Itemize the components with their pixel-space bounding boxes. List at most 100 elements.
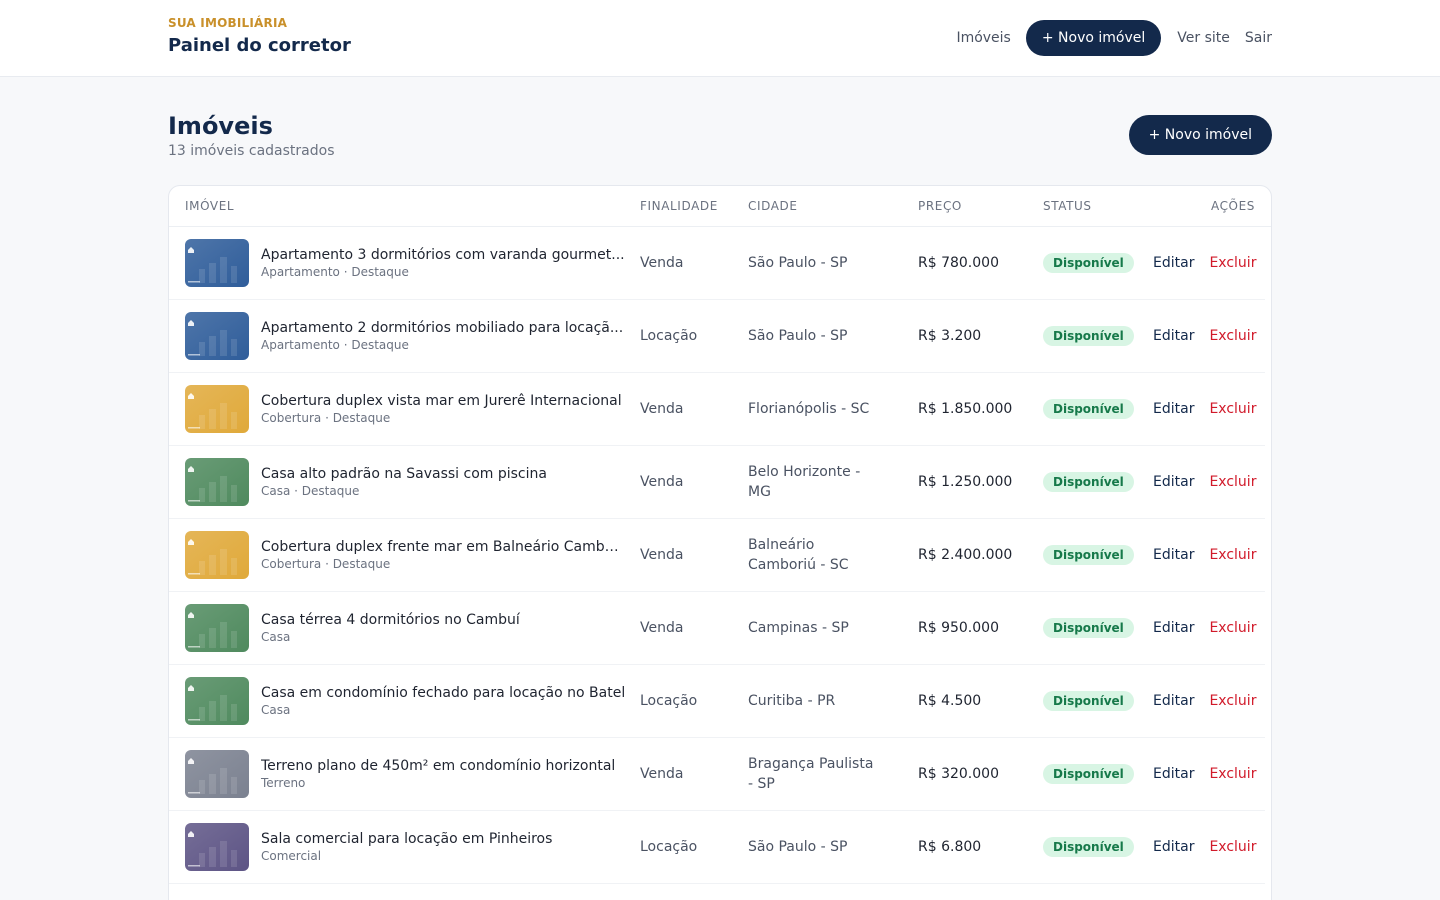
header-imovel: IMÓVEL bbox=[185, 199, 235, 213]
status-badge: Disponível bbox=[1043, 545, 1134, 565]
property-cell: Cobertura duplex frente mar em Balneário… bbox=[169, 531, 626, 579]
property-title: Casa em condomínio fechado para locação … bbox=[261, 685, 626, 701]
status-badge: Disponível bbox=[1043, 326, 1134, 346]
brand-name: SUA IMOBILIÁRIA bbox=[168, 16, 288, 30]
table-row: Cobertura duplex vista mar em Jurerê Int… bbox=[169, 373, 1265, 446]
property-info: Casa alto padrão na Savassi com piscina C… bbox=[261, 465, 624, 499]
property-thumbnail bbox=[185, 312, 249, 360]
property-title: Apartamento 2 dormitórios mobiliado para… bbox=[261, 320, 624, 336]
actions-cell: Editar Excluir bbox=[1137, 328, 1266, 344]
property-count: 13 imóveis cadastrados bbox=[168, 143, 335, 159]
property-meta: Casa · Destaque bbox=[261, 484, 360, 498]
delete-button[interactable]: Excluir bbox=[1209, 547, 1256, 563]
status-badge: Disponível bbox=[1043, 472, 1134, 492]
property-thumbnail bbox=[185, 239, 249, 287]
table-row: Cobertura duplex frente mar em Balneário… bbox=[169, 519, 1265, 592]
table-row: Casa em condomínio fechado para locação … bbox=[169, 665, 1265, 738]
table-row: Terreno plano de 450m² em condomínio hor… bbox=[169, 738, 1265, 811]
property-meta: Cobertura · Destaque bbox=[261, 411, 391, 425]
finalidade-cell: Venda bbox=[640, 766, 684, 782]
cidade-cell: Balneário Camboriú - SC bbox=[748, 537, 849, 573]
preco-cell: R$ 6.800 bbox=[918, 839, 982, 855]
preco-cell: R$ 780.000 bbox=[918, 255, 999, 271]
status-badge: Disponível bbox=[1043, 618, 1134, 638]
edit-button[interactable]: Editar bbox=[1153, 328, 1194, 344]
top-bar: SUA IMOBILIÁRIA Painel do corretor Imóve… bbox=[0, 0, 1440, 77]
status-badge: Disponível bbox=[1043, 399, 1134, 419]
actions-cell: Editar Excluir bbox=[1137, 839, 1266, 855]
property-info: Cobertura duplex vista mar em Jurerê Int… bbox=[261, 392, 624, 426]
edit-button[interactable]: Editar bbox=[1153, 547, 1194, 563]
property-cell: Apartamento 2 dormitórios mobiliado para… bbox=[169, 312, 624, 360]
delete-button[interactable]: Excluir bbox=[1209, 474, 1256, 490]
preco-cell: R$ 1.250.000 bbox=[918, 474, 1013, 490]
delete-button[interactable]: Excluir bbox=[1209, 766, 1256, 782]
property-meta: Apartamento · Destaque bbox=[261, 265, 409, 279]
main-content: Imóveis 13 imóveis cadastrados + Novo im… bbox=[168, 77, 1272, 900]
finalidade-cell: Locação bbox=[640, 839, 698, 855]
table-header: IMÓVEL FINALIDADE CIDADE PREÇO STATUS AÇ… bbox=[169, 186, 1271, 227]
property-title: Apartamento 3 dormitórios com varanda go… bbox=[261, 247, 625, 263]
status-badge: Disponível bbox=[1043, 691, 1134, 711]
table-row: Casa alto padrão na Savassi com piscina C… bbox=[169, 446, 1265, 519]
edit-button[interactable]: Editar bbox=[1153, 839, 1194, 855]
status-cell: Disponível bbox=[1027, 618, 1137, 638]
status-badge: Disponível bbox=[1043, 253, 1134, 273]
nav-view-site-link[interactable]: Ver site bbox=[1177, 30, 1230, 46]
property-info: Apartamento 2 dormitórios mobiliado para… bbox=[261, 319, 624, 353]
edit-button[interactable]: Editar bbox=[1153, 401, 1194, 417]
property-title: Cobertura duplex vista mar em Jurerê Int… bbox=[261, 393, 622, 409]
header-status: STATUS bbox=[1043, 199, 1092, 213]
cidade-cell: Curitiba - PR bbox=[748, 693, 836, 709]
table-body: Apartamento 3 dormitórios com varanda go… bbox=[169, 227, 1271, 884]
header-preco: PREÇO bbox=[918, 199, 962, 213]
cidade-cell: Belo Horizonte - MG bbox=[748, 464, 861, 500]
property-title: Sala comercial para locação em Pinheiros bbox=[261, 831, 553, 847]
preco-cell: R$ 4.500 bbox=[918, 693, 982, 709]
property-title: Casa térrea 4 dormitórios no Cambuí bbox=[261, 612, 520, 628]
status-cell: Disponível bbox=[1027, 326, 1137, 346]
property-thumbnail bbox=[185, 385, 249, 433]
status-cell: Disponível bbox=[1027, 253, 1137, 273]
actions-cell: Editar Excluir bbox=[1137, 766, 1266, 782]
property-meta: Cobertura · Destaque bbox=[261, 557, 391, 571]
cidade-cell: Campinas - SP bbox=[748, 620, 849, 636]
finalidade-cell: Venda bbox=[640, 547, 684, 563]
delete-button[interactable]: Excluir bbox=[1209, 839, 1256, 855]
property-meta: Apartamento · Destaque bbox=[261, 338, 409, 352]
delete-button[interactable]: Excluir bbox=[1209, 328, 1256, 344]
actions-cell: Editar Excluir bbox=[1137, 693, 1266, 709]
property-info: Sala comercial para locação em Pinheiros… bbox=[261, 830, 624, 864]
property-cell: Apartamento 3 dormitórios com varanda go… bbox=[169, 239, 625, 287]
property-title: Casa alto padrão na Savassi com piscina bbox=[261, 466, 547, 482]
nav-imoveis-link[interactable]: Imóveis bbox=[956, 30, 1010, 46]
actions-cell: Editar Excluir bbox=[1137, 474, 1266, 490]
new-property-button[interactable]: + Novo imóvel bbox=[1128, 115, 1272, 155]
edit-button[interactable]: Editar bbox=[1153, 474, 1194, 490]
delete-button[interactable]: Excluir bbox=[1209, 401, 1256, 417]
cidade-cell: São Paulo - SP bbox=[748, 255, 848, 271]
edit-button[interactable]: Editar bbox=[1153, 620, 1194, 636]
preco-cell: R$ 320.000 bbox=[918, 766, 999, 782]
actions-cell: Editar Excluir bbox=[1137, 401, 1266, 417]
brand-title: Painel do corretor bbox=[168, 35, 351, 56]
property-thumbnail bbox=[185, 458, 249, 506]
property-thumbnail bbox=[185, 823, 249, 871]
finalidade-cell: Venda bbox=[640, 620, 684, 636]
nav-logout-link[interactable]: Sair bbox=[1245, 30, 1272, 46]
property-info: Terreno plano de 450m² em condomínio hor… bbox=[261, 757, 624, 791]
property-meta: Casa bbox=[261, 630, 291, 644]
edit-button[interactable]: Editar bbox=[1153, 693, 1194, 709]
delete-button[interactable]: Excluir bbox=[1209, 255, 1256, 271]
delete-button[interactable]: Excluir bbox=[1209, 620, 1256, 636]
delete-button[interactable]: Excluir bbox=[1209, 693, 1256, 709]
edit-button[interactable]: Editar bbox=[1153, 255, 1194, 271]
table-row: Casa térrea 4 dormitórios no Cambuí Casa V… bbox=[169, 592, 1265, 665]
property-cell: Casa alto padrão na Savassi com piscina C… bbox=[169, 458, 624, 506]
nav-new-property-button[interactable]: + Novo imóvel bbox=[1025, 20, 1162, 56]
edit-button[interactable]: Editar bbox=[1153, 766, 1194, 782]
property-cell: Sala comercial para locação em Pinheiros… bbox=[169, 823, 624, 871]
property-meta: Terreno bbox=[261, 776, 306, 790]
top-nav: Imóveis + Novo imóvel Ver site Sair bbox=[956, 20, 1272, 56]
property-info: Casa em condomínio fechado para locação … bbox=[261, 684, 625, 718]
